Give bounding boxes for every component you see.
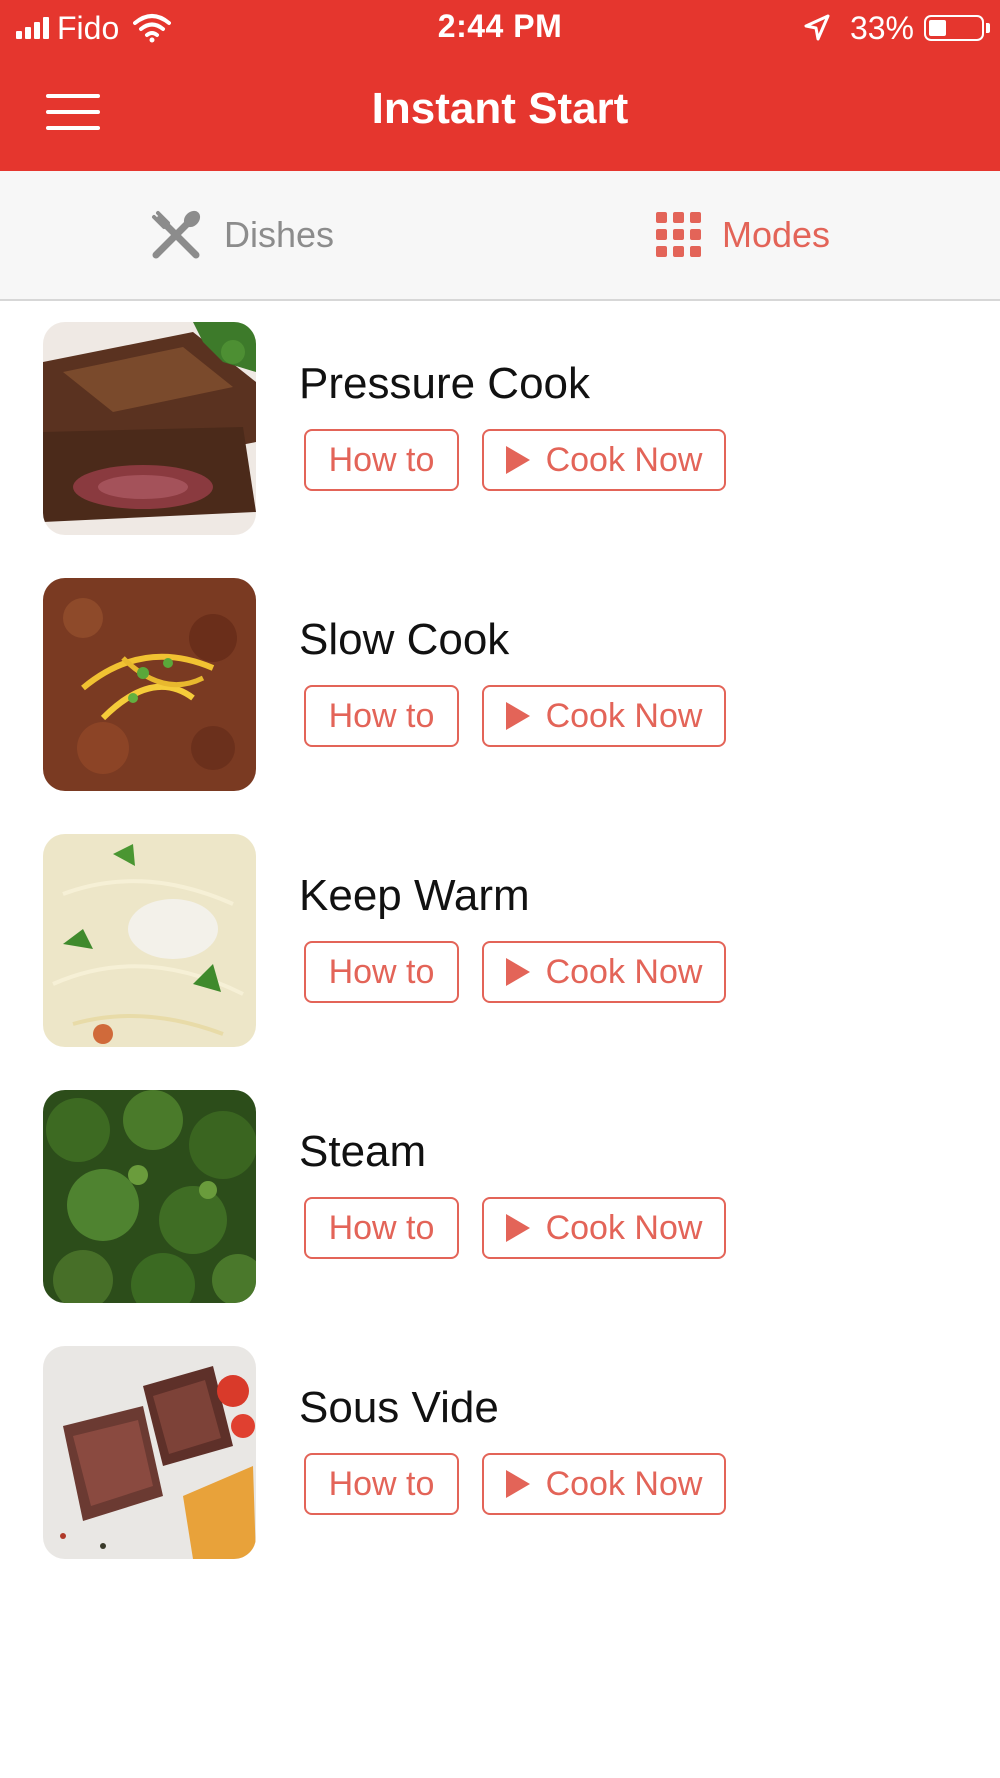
status-bar: Fido 2:44 PM 33% bbox=[0, 0, 1000, 56]
mode-thumbnail-steak[interactable] bbox=[43, 1346, 256, 1559]
mode-row-keep-warm: Keep Warm How to Cook Now bbox=[0, 813, 1000, 1047]
mode-row-pressure-cook: Pressure Cook How to Cook Now bbox=[0, 301, 1000, 535]
cook-now-label: Cook Now bbox=[545, 696, 703, 735]
play-icon bbox=[505, 1214, 530, 1242]
cook-now-button[interactable]: Cook Now bbox=[482, 941, 726, 1003]
mode-row-sous-vide: Sous Vide How to Cook Now bbox=[0, 1325, 1000, 1559]
mode-thumbnail-chili[interactable] bbox=[43, 578, 256, 791]
mode-name: Pressure Cook bbox=[299, 359, 591, 408]
grid-icon bbox=[656, 212, 702, 258]
location-arrow-icon bbox=[804, 14, 830, 41]
how-to-button[interactable]: How to bbox=[304, 941, 459, 1003]
tab-dishes-label: Dishes bbox=[224, 214, 335, 255]
how-to-label: How to bbox=[328, 952, 435, 991]
cook-now-button[interactable]: Cook Now bbox=[482, 1453, 726, 1515]
how-to-label: How to bbox=[328, 440, 435, 479]
cook-now-button[interactable]: Cook Now bbox=[482, 685, 726, 747]
battery-percent: 33% bbox=[849, 9, 914, 46]
mode-thumbnail-broccoli[interactable] bbox=[43, 1090, 256, 1303]
battery-fill bbox=[929, 20, 946, 36]
how-to-button[interactable]: How to bbox=[304, 1453, 459, 1515]
tab-modes[interactable]: Modes bbox=[656, 171, 830, 299]
cook-now-label: Cook Now bbox=[545, 440, 703, 479]
tab-modes-label: Modes bbox=[722, 214, 831, 255]
mode-name: Slow Cook bbox=[299, 615, 510, 664]
cook-now-label: Cook Now bbox=[545, 1464, 703, 1503]
battery-icon bbox=[924, 15, 984, 41]
play-icon bbox=[505, 1470, 530, 1498]
mode-name: Keep Warm bbox=[299, 871, 530, 920]
page-title: Instant Start bbox=[371, 84, 629, 133]
cook-now-label: Cook Now bbox=[545, 1208, 703, 1247]
mode-name: Sous Vide bbox=[299, 1383, 499, 1432]
status-right: 33% bbox=[802, 8, 990, 48]
mode-name: Steam bbox=[299, 1127, 427, 1176]
fork-spoon-icon bbox=[152, 210, 201, 259]
how-to-label: How to bbox=[328, 696, 435, 735]
tab-dishes[interactable]: Dishes bbox=[150, 171, 334, 299]
play-icon bbox=[505, 958, 530, 986]
mode-row-slow-cook: Slow Cook How to Cook Now bbox=[0, 557, 1000, 791]
how-to-button[interactable]: How to bbox=[304, 429, 459, 491]
how-to-button[interactable]: How to bbox=[304, 1197, 459, 1259]
tab-bar: Dishes Modes bbox=[0, 171, 1000, 301]
mode-row-steam: Steam How to Cook Now bbox=[0, 1069, 1000, 1303]
play-icon bbox=[505, 702, 530, 730]
mode-thumbnail-noodle-soup[interactable] bbox=[43, 834, 256, 1047]
nav-bar: Instant Start bbox=[0, 56, 1000, 171]
cook-now-button[interactable]: Cook Now bbox=[482, 429, 726, 491]
cook-now-button[interactable]: Cook Now bbox=[482, 1197, 726, 1259]
how-to-label: How to bbox=[328, 1208, 435, 1247]
how-to-button[interactable]: How to bbox=[304, 685, 459, 747]
how-to-label: How to bbox=[328, 1464, 435, 1503]
mode-thumbnail-ribs[interactable] bbox=[43, 322, 256, 535]
battery-tip bbox=[986, 23, 990, 33]
play-icon bbox=[505, 446, 530, 474]
app-header: Fido 2:44 PM 33% Instant Start bbox=[0, 0, 1000, 171]
cook-now-label: Cook Now bbox=[545, 952, 703, 991]
